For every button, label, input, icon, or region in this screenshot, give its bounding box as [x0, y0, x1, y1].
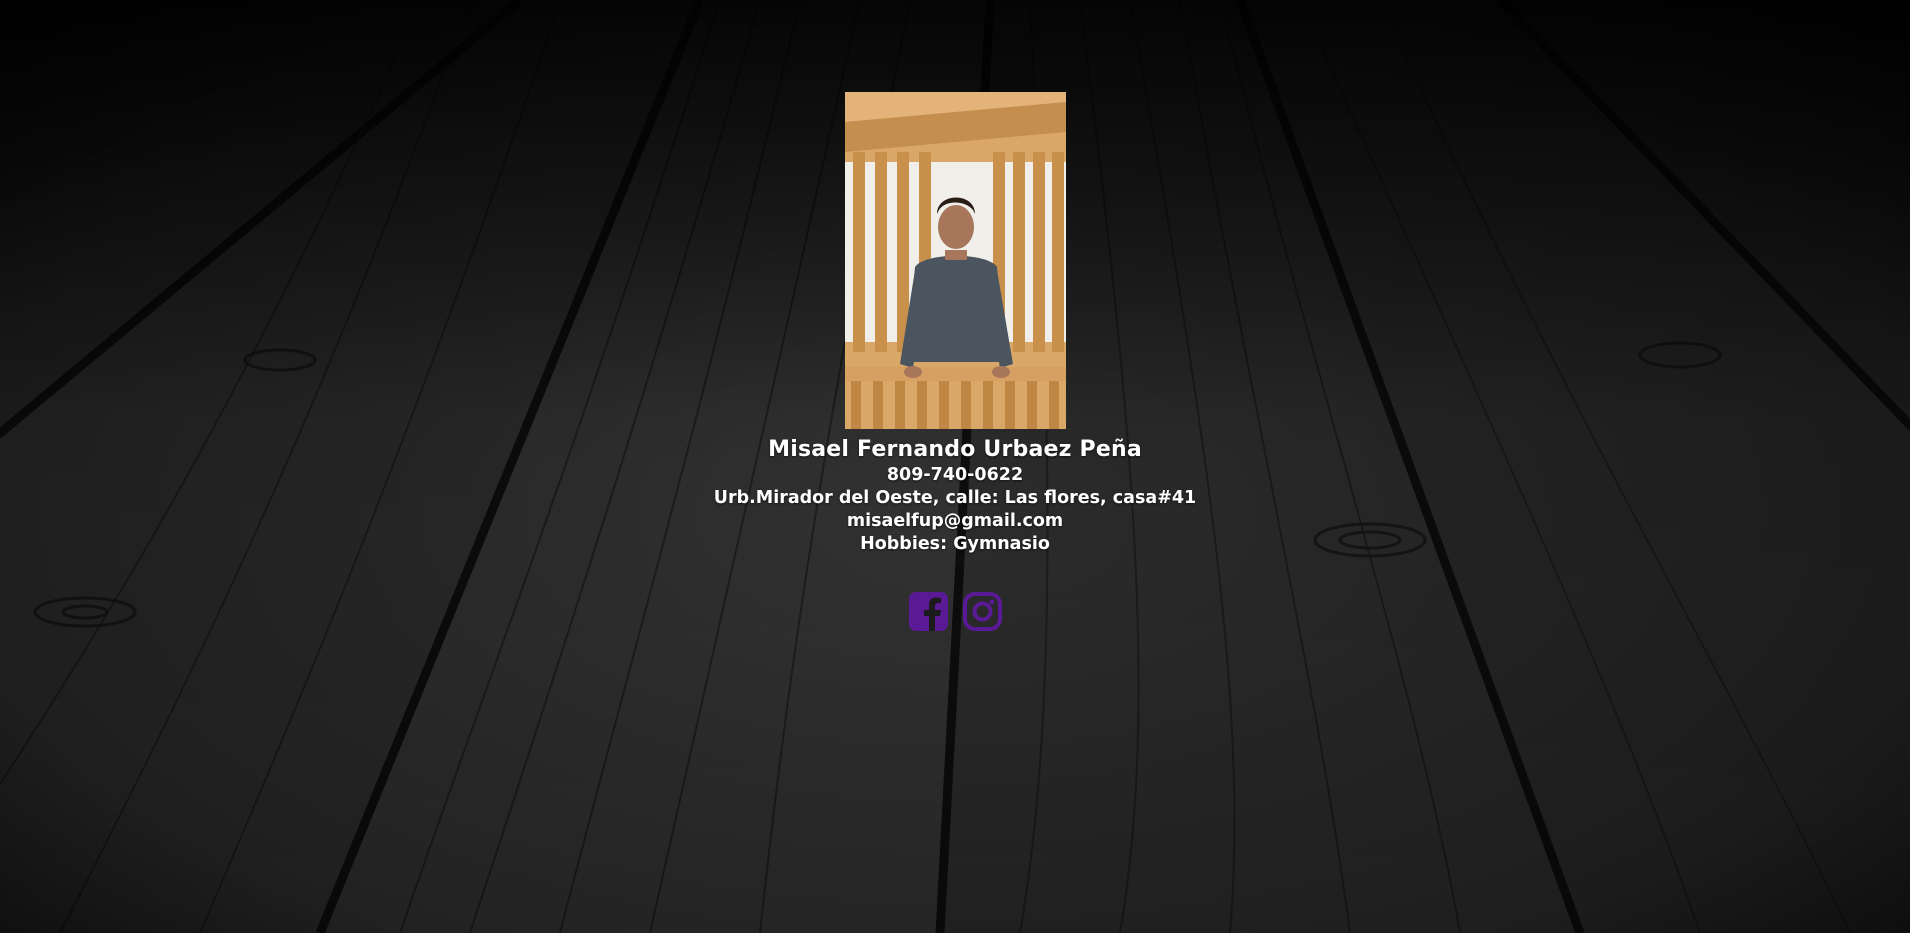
instagram-link[interactable]	[962, 591, 1003, 632]
social-links	[908, 591, 1003, 632]
profile-photo	[844, 92, 1066, 429]
profile-address: Urb.Mirador del Oeste, calle: Las flores…	[713, 488, 1197, 508]
facebook-link[interactable]	[908, 591, 949, 632]
profile-hobbies: Hobbies: Gymnasio	[860, 534, 1050, 554]
profile-email: misaelfup@gmail.com	[846, 511, 1064, 531]
profile-card: Misael Fernando Urbaez Peña 809-740-0622…	[0, 92, 1910, 632]
instagram-icon	[962, 592, 1002, 631]
profile-name: Misael Fernando Urbaez Peña	[768, 437, 1142, 462]
profile-phone: 809-740-0622	[886, 465, 1024, 485]
facebook-icon	[908, 592, 948, 631]
